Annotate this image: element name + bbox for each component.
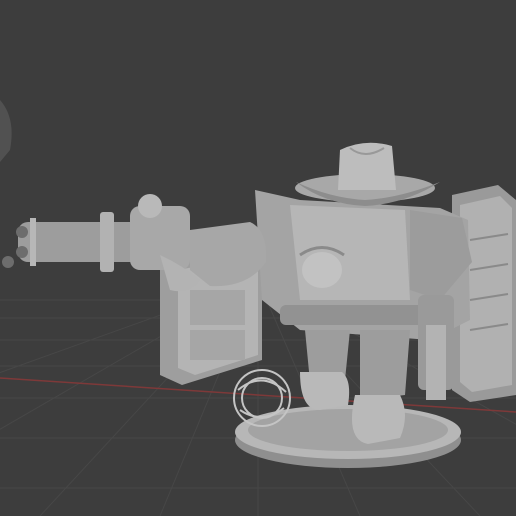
cowboy-mech-miniature[interactable]: [255, 190, 472, 444]
gatling-gun[interactable]: [2, 194, 267, 292]
cowboy-hat[interactable]: [295, 142, 440, 206]
round-base[interactable]: [235, 405, 461, 468]
viewport-canvas[interactable]: [0, 0, 516, 516]
offscreen-object-edge[interactable]: [0, 100, 12, 162]
3d-viewport[interactable]: [0, 0, 516, 516]
